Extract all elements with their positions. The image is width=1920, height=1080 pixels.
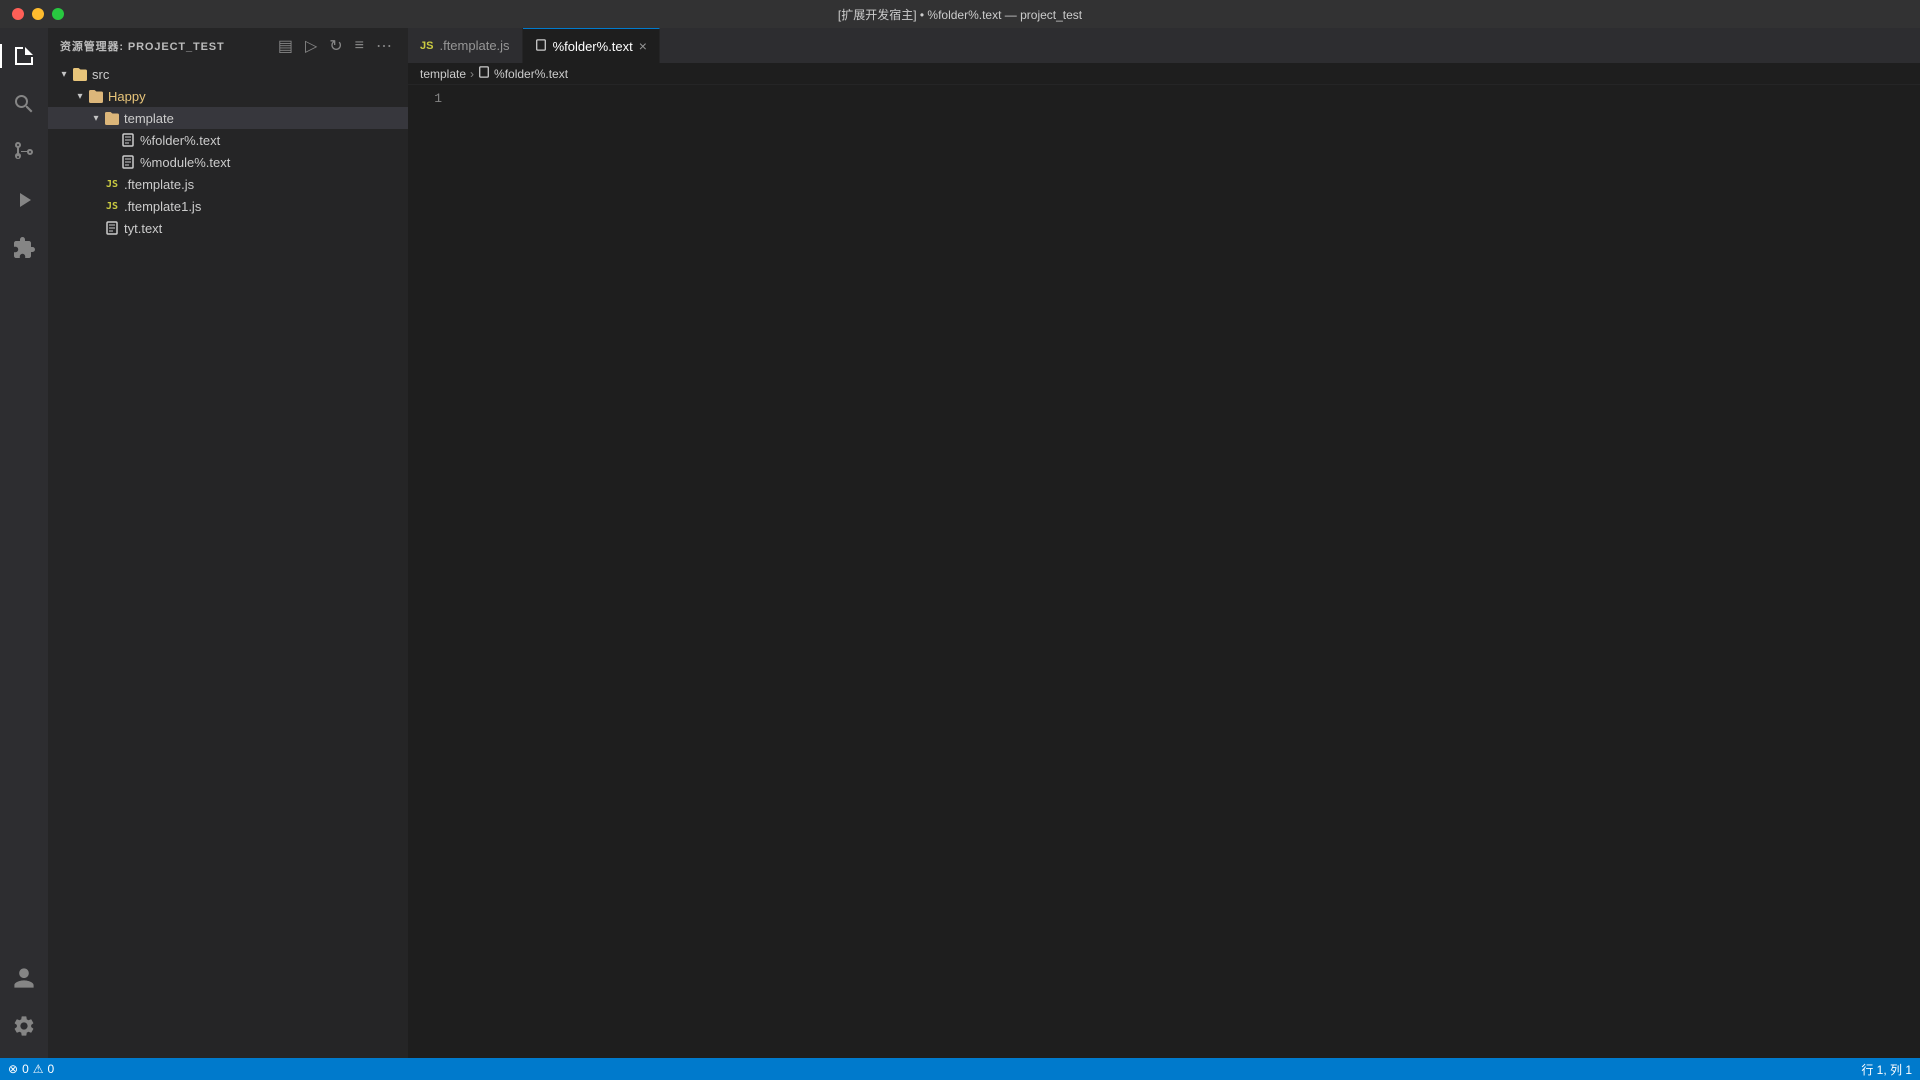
status-errors[interactable]: ⊗ 0 ⚠ 0 <box>8 1062 54 1076</box>
ftemplate1-js-label: .ftemplate1.js <box>124 199 201 214</box>
template-label: template <box>124 111 174 126</box>
tabs-bar: JS .ftemplate.js %folder%.text × <box>408 28 1920 63</box>
minimize-button[interactable] <box>32 8 44 20</box>
close-button[interactable] <box>12 8 24 20</box>
extensions-activity-icon[interactable] <box>0 224 48 272</box>
tree-item-ftemplate1-js[interactable]: ▾ JS .ftemplate1.js <box>48 195 408 217</box>
titlebar-title: [扩展开发宿主] • %folder%.text — project_test <box>838 6 1082 23</box>
warning-icon: ⚠ <box>33 1062 44 1076</box>
explorer-activity-icon[interactable] <box>0 32 48 80</box>
src-label: src <box>92 67 109 82</box>
tree-item-tyt-text[interactable]: ▾ tyt.text <box>48 217 408 239</box>
breadcrumb-separator: › <box>470 67 474 81</box>
sidebar-header-title: 资源管理器: PROJECT_TEST <box>60 38 225 54</box>
breadcrumb: template › %folder%.text <box>408 63 1920 85</box>
tree-arrow-src: ▾ <box>56 69 72 80</box>
folder-text-label: %folder%.text <box>140 133 220 148</box>
settings-activity-icon[interactable] <box>0 1002 48 1050</box>
src-folder-icon <box>72 66 88 82</box>
run-activity-icon[interactable] <box>0 176 48 224</box>
tree-item-src[interactable]: ▾ src <box>48 63 408 85</box>
status-bar-right: 行 1, 列 1 <box>1861 1061 1912 1078</box>
folder-text-file-icon <box>120 132 136 148</box>
tree-item-happy[interactable]: ▾ Happy <box>48 85 408 107</box>
tyt-text-file-icon <box>104 220 120 236</box>
warning-count: 0 <box>48 1062 55 1076</box>
line-numbers: 1 <box>408 85 458 1058</box>
error-icon: ⊗ <box>8 1062 18 1076</box>
close-tab-button[interactable]: × <box>639 39 647 53</box>
maximize-button[interactable] <box>52 8 64 20</box>
activity-bar <box>0 28 48 1058</box>
titlebar-buttons <box>0 8 64 20</box>
ftemplate-js-label: .ftemplate.js <box>124 177 194 192</box>
sidebar: 资源管理器: PROJECT_TEST ▤ ▷ ↻ ≡ ⋯ ▾ src <box>48 28 408 1058</box>
position-label: 行 1, 列 1 <box>1861 1061 1912 1078</box>
editor-content: 1 <box>408 85 1920 1058</box>
refresh-button[interactable]: ↻ <box>325 34 346 58</box>
sidebar-header: 资源管理器: PROJECT_TEST ▤ ▷ ↻ ≡ ⋯ <box>48 28 408 63</box>
breadcrumb-folder-text[interactable]: %folder%.text <box>494 67 568 81</box>
error-count: 0 <box>22 1062 29 1076</box>
editor-text-area[interactable] <box>458 85 1920 1058</box>
search-activity-icon[interactable] <box>0 80 48 128</box>
main-layout: 资源管理器: PROJECT_TEST ▤ ▷ ↻ ≡ ⋯ ▾ src <box>0 28 1920 1058</box>
ftemplate-js-file-icon: JS <box>104 176 120 192</box>
file-tree: ▾ src ▾ Happy ▾ <box>48 63 408 1058</box>
sidebar-header-actions: ▤ ▷ ↻ ≡ ⋯ <box>274 34 396 58</box>
tab-folder-text[interactable]: %folder%.text × <box>523 28 660 63</box>
folder-text-tab-icon <box>535 39 547 54</box>
titlebar: [扩展开发宿主] • %folder%.text — project_test <box>0 0 1920 28</box>
tree-item-module-text[interactable]: ▾ %module%.text <box>48 151 408 173</box>
breadcrumb-template[interactable]: template <box>420 67 466 81</box>
new-file-button[interactable]: ▤ <box>274 34 297 58</box>
tree-item-template[interactable]: ▾ template <box>48 107 408 129</box>
tree-arrow-template: ▾ <box>88 113 104 124</box>
ftemplate-js-tab-icon: JS <box>420 40 433 52</box>
new-folder-button[interactable]: ▷ <box>301 34 321 58</box>
breadcrumb-file-icon <box>478 66 490 81</box>
source-control-activity-icon[interactable] <box>0 128 48 176</box>
status-bar: ⊗ 0 ⚠ 0 行 1, 列 1 <box>0 1058 1920 1080</box>
template-folder-icon <box>104 110 120 126</box>
tyt-text-label: tyt.text <box>124 221 162 236</box>
editor-area: JS .ftemplate.js %folder%.text × templat… <box>408 28 1920 1058</box>
folder-text-tab-label: %folder%.text <box>553 39 633 54</box>
activity-bar-bottom <box>0 954 48 1058</box>
tree-item-ftemplate-js[interactable]: ▾ JS .ftemplate.js <box>48 173 408 195</box>
happy-label: Happy <box>108 89 146 104</box>
status-position[interactable]: 行 1, 列 1 <box>1861 1061 1912 1078</box>
ftemplate1-js-file-icon: JS <box>104 198 120 214</box>
account-activity-icon[interactable] <box>0 954 48 1002</box>
tab-ftemplate-js[interactable]: JS .ftemplate.js <box>408 28 523 63</box>
collapse-button[interactable]: ≡ <box>351 35 368 57</box>
ftemplate-js-tab-label: .ftemplate.js <box>439 38 509 53</box>
happy-folder-icon <box>88 88 104 104</box>
tree-arrow-happy: ▾ <box>72 91 88 102</box>
tree-item-folder-text[interactable]: ▾ %folder%.text <box>48 129 408 151</box>
module-text-label: %module%.text <box>140 155 230 170</box>
module-text-file-icon <box>120 154 136 170</box>
line-number-1: 1 <box>408 89 442 108</box>
status-bar-left: ⊗ 0 ⚠ 0 <box>8 1062 54 1076</box>
more-actions-button[interactable]: ⋯ <box>372 34 396 58</box>
